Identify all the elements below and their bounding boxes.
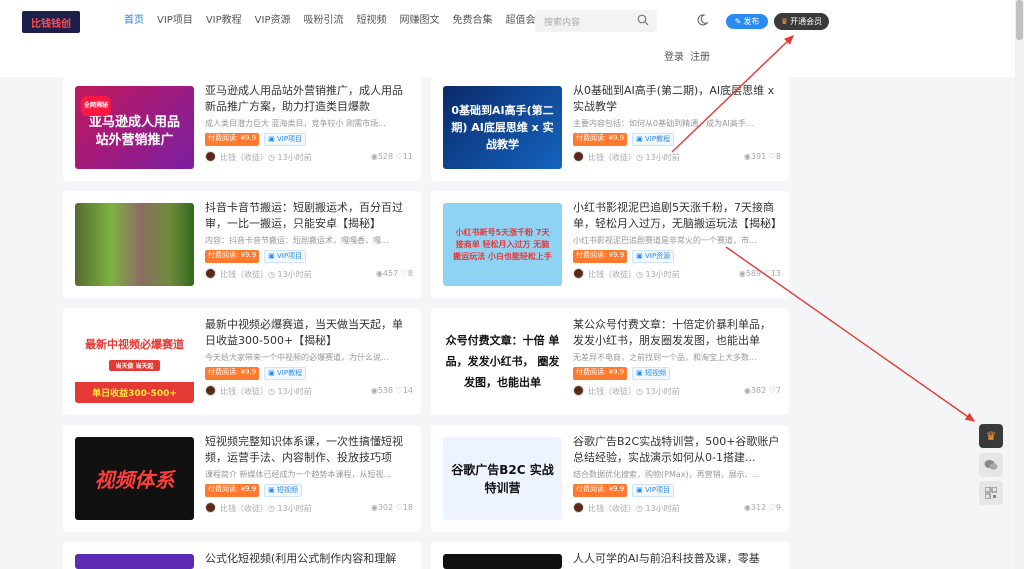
annotation-arrow-side: [725, 246, 976, 422]
annotation-arrows: [671, 35, 976, 422]
annotation-arrow-top: [671, 35, 795, 153]
